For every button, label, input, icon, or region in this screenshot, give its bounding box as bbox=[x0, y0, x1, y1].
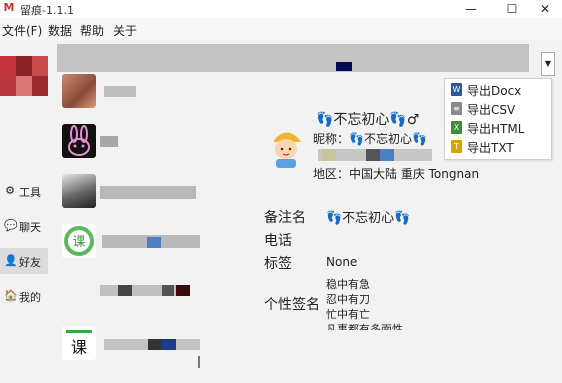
remark-label: 备注名 bbox=[264, 210, 306, 226]
nickname-value: 👣不忘初心👣 bbox=[349, 132, 427, 146]
friend-name-redacted bbox=[100, 136, 118, 147]
toolbar-marker bbox=[336, 62, 352, 71]
nickname-label: 昵称： bbox=[313, 132, 350, 146]
export-dropdown-button[interactable]: ▼ bbox=[541, 52, 555, 76]
signature-line: 忙中有亡 bbox=[326, 308, 370, 321]
redaction-block bbox=[148, 339, 162, 350]
friend-avatar[interactable] bbox=[62, 74, 96, 108]
signature-line: 凡事都有多面性 bbox=[326, 323, 403, 330]
tag-label: 标签 bbox=[264, 256, 292, 272]
maximize-button[interactable]: ☐ bbox=[495, 0, 529, 18]
friend-name-redacted bbox=[104, 86, 136, 97]
phone-label: 电话 bbox=[264, 233, 292, 249]
redaction-block bbox=[176, 285, 190, 296]
region-label: 地区： bbox=[313, 167, 350, 181]
search-bar[interactable] bbox=[57, 44, 529, 72]
sidebar-item-tools[interactable]: ⚙ 工具 bbox=[0, 178, 48, 204]
html-file-icon: X bbox=[451, 121, 462, 134]
list-scrollbar[interactable] bbox=[198, 356, 200, 368]
tools-icon: ⚙ bbox=[5, 184, 15, 197]
friend-avatar[interactable]: 课 bbox=[62, 224, 96, 258]
minimize-button[interactable]: — bbox=[454, 0, 488, 18]
export-docx-item[interactable]: W 导出Docx bbox=[449, 80, 547, 99]
sidebar-item-mine[interactable]: 🏠 我的 bbox=[0, 283, 48, 309]
txt-file-icon: T bbox=[451, 140, 462, 153]
close-button[interactable]: ✕ bbox=[528, 0, 562, 18]
friend-avatar[interactable] bbox=[62, 124, 96, 158]
chat-icon: 💬 bbox=[4, 219, 18, 232]
app-logo-icon: M bbox=[3, 1, 15, 14]
redaction-block bbox=[147, 237, 161, 248]
redaction-block bbox=[380, 149, 394, 161]
menu-about[interactable]: 关于 bbox=[113, 22, 137, 39]
remark-value: 👣不忘初心👣 bbox=[326, 211, 411, 226]
redaction-block bbox=[322, 149, 336, 161]
signature-label: 个性签名 bbox=[264, 297, 320, 313]
sidebar-item-friends[interactable]: 👤 好友 bbox=[0, 248, 48, 274]
nickname-row: 昵称：👣不忘初心👣 bbox=[313, 130, 427, 147]
friend-avatar[interactable] bbox=[62, 174, 96, 208]
export-html-item[interactable]: X 导出HTML bbox=[449, 118, 547, 137]
redaction-block bbox=[162, 285, 174, 296]
window-title: 留痕-1.1.1 bbox=[20, 4, 74, 17]
mine-icon: 🏠 bbox=[4, 289, 18, 302]
friends-icon: 👤 bbox=[4, 254, 18, 267]
csv-file-icon: ≡ bbox=[451, 102, 462, 115]
title-bar: M 留痕-1.1.1 — ☐ ✕ bbox=[0, 0, 562, 18]
signature-line: 稳中有急 bbox=[326, 278, 370, 291]
redaction-block bbox=[366, 149, 380, 161]
redaction-block bbox=[162, 339, 176, 350]
profile-avatar bbox=[268, 126, 304, 168]
region-value: 中国大陆 重庆 Tongnan bbox=[349, 167, 480, 181]
svg-text:课: 课 bbox=[71, 338, 87, 357]
profile-nickname: 👣不忘初心👣♂ bbox=[316, 112, 420, 128]
menu-file[interactable]: 文件(F) bbox=[2, 22, 42, 39]
sidebar-item-chat[interactable]: 💬 聊天 bbox=[0, 213, 48, 239]
export-txt-item[interactable]: T 导出TXT bbox=[449, 137, 547, 156]
signature-line: 忍中有刀 bbox=[326, 293, 370, 306]
menu-data[interactable]: 数据 bbox=[48, 22, 72, 39]
tag-value: None bbox=[326, 255, 358, 269]
word-file-icon: W bbox=[451, 83, 462, 96]
menu-bar: 文件(F) 数据 帮助 关于 bbox=[0, 18, 562, 40]
menu-help[interactable]: 帮助 bbox=[80, 22, 104, 39]
export-csv-item[interactable]: ≡ 导出CSV bbox=[449, 99, 547, 118]
redaction-block bbox=[118, 285, 132, 296]
friend-avatar[interactable]: 课 bbox=[62, 326, 96, 360]
friend-name-redacted bbox=[100, 186, 196, 199]
svg-text:课: 课 bbox=[72, 235, 85, 250]
export-menu: W 导出Docx ≡ 导出CSV X 导出HTML T 导出TXT bbox=[444, 78, 552, 160]
user-avatar[interactable] bbox=[0, 56, 48, 96]
region-row: 地区：中国大陆 重庆 Tongnan bbox=[313, 165, 479, 182]
